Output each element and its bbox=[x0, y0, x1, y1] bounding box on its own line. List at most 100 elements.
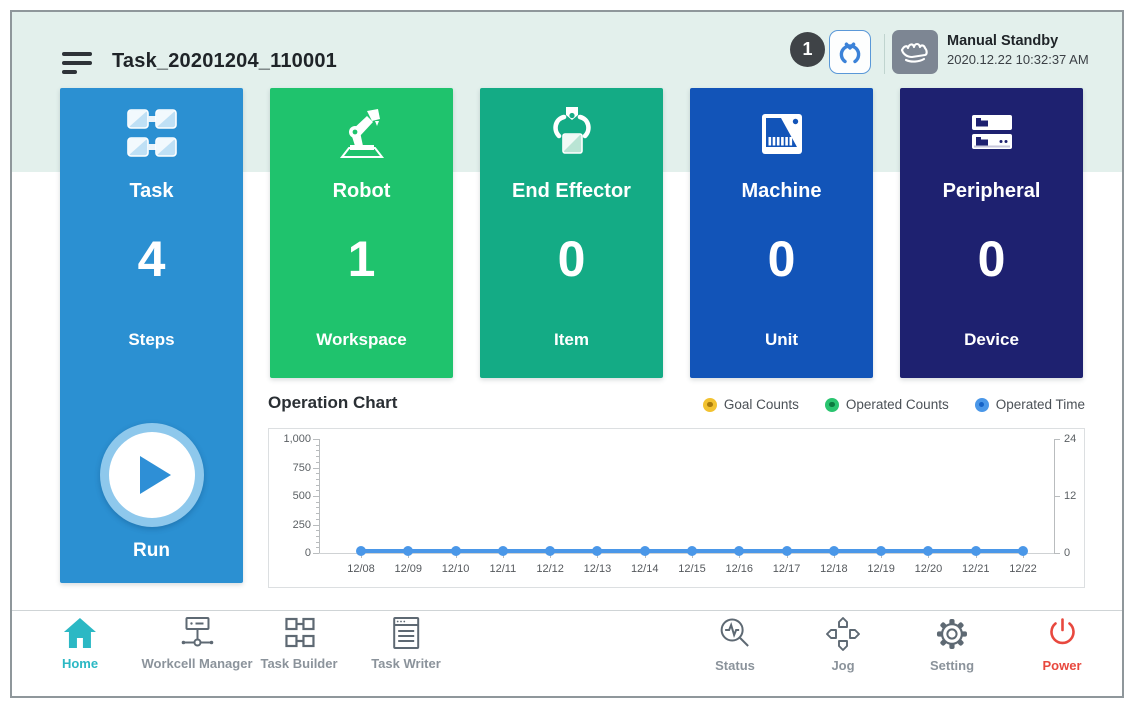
data-point bbox=[356, 546, 366, 556]
x-axis-label: 12/15 bbox=[670, 563, 714, 575]
data-point bbox=[403, 546, 413, 556]
card-unit: Steps bbox=[60, 330, 243, 350]
nav-task-builder[interactable]: Task Builder bbox=[260, 616, 337, 671]
nav-status[interactable]: Status bbox=[715, 616, 755, 673]
left-major-tick bbox=[313, 525, 319, 526]
card-value: 4 bbox=[60, 226, 243, 292]
play-icon bbox=[109, 432, 195, 518]
card-value: 1 bbox=[270, 226, 453, 292]
header-divider bbox=[884, 34, 885, 74]
workcell-manager-icon bbox=[176, 616, 218, 650]
left-minor-tick bbox=[316, 485, 319, 486]
left-minor-tick bbox=[316, 542, 319, 543]
run-button[interactable] bbox=[100, 423, 204, 527]
legend-goal-counts: Goal Counts bbox=[703, 397, 799, 412]
data-point bbox=[829, 546, 839, 556]
task-writer-icon bbox=[385, 616, 427, 650]
task-icon bbox=[60, 102, 243, 166]
x-axis-label: 12/17 bbox=[765, 563, 809, 575]
x-axis-label: 12/21 bbox=[954, 563, 998, 575]
tool-button[interactable] bbox=[829, 30, 871, 74]
chart-plot: 1,00075050025002412012/0812/0912/1012/11… bbox=[269, 429, 1084, 587]
data-point bbox=[971, 546, 981, 556]
left-major-tick bbox=[313, 439, 319, 440]
x-axis-label: 12/08 bbox=[339, 563, 383, 575]
app-window: Task_20201204_110001 1 Manual Standby 20… bbox=[10, 10, 1124, 698]
goal-counts-dot-icon bbox=[703, 398, 717, 412]
left-minor-tick bbox=[316, 445, 319, 446]
data-point bbox=[782, 546, 792, 556]
end-effector-icon bbox=[480, 102, 663, 166]
card-label: Task bbox=[60, 180, 243, 203]
left-axis-label: 0 bbox=[271, 547, 311, 559]
home-icon bbox=[62, 616, 98, 650]
card-label: End Effector bbox=[480, 180, 663, 203]
card-label: Machine bbox=[690, 180, 873, 203]
power-icon bbox=[1044, 616, 1080, 652]
x-axis-label: 12/10 bbox=[434, 563, 478, 575]
card-label: Robot bbox=[270, 180, 453, 203]
task-card[interactable]: Task 4 Steps Run bbox=[60, 88, 243, 583]
x-axis-label: 12/09 bbox=[386, 563, 430, 575]
menu-button[interactable] bbox=[62, 50, 94, 76]
mode-indicator[interactable] bbox=[892, 30, 938, 74]
nav-home[interactable]: Home bbox=[62, 616, 98, 671]
nav-task-writer[interactable]: Task Writer bbox=[371, 616, 441, 671]
left-minor-tick bbox=[316, 513, 319, 514]
card-unit: Unit bbox=[690, 330, 873, 350]
end-effector-card[interactable]: End Effector 0 Item bbox=[480, 88, 663, 378]
left-axis-label: 750 bbox=[271, 462, 311, 474]
machine-icon bbox=[690, 102, 873, 166]
left-minor-tick bbox=[316, 507, 319, 508]
machine-card[interactable]: Machine 0 Unit bbox=[690, 88, 873, 378]
legend-operated-time: Operated Time bbox=[975, 397, 1085, 412]
status-icon bbox=[717, 616, 753, 652]
peripheral-icon bbox=[900, 102, 1083, 166]
robot-status: Manual Standby 2020.12.22 10:32:37 AM bbox=[947, 33, 1089, 67]
peripheral-card[interactable]: Peripheral 0 Device bbox=[900, 88, 1083, 378]
right-major-tick bbox=[1054, 553, 1060, 554]
data-point bbox=[923, 546, 933, 556]
notification-badge[interactable]: 1 bbox=[790, 32, 825, 67]
x-axis-label: 12/14 bbox=[623, 563, 667, 575]
left-major-tick bbox=[313, 468, 319, 469]
chart-legend: Goal Counts Operated Counts Operated Tim… bbox=[268, 397, 1085, 412]
right-major-tick bbox=[1054, 439, 1060, 440]
legend-operated-counts: Operated Counts bbox=[825, 397, 949, 412]
left-minor-tick bbox=[316, 473, 319, 474]
x-axis-label: 12/16 bbox=[717, 563, 761, 575]
right-axis-label: 0 bbox=[1064, 547, 1070, 559]
nav-power[interactable]: Power bbox=[1042, 616, 1081, 673]
task-builder-icon bbox=[278, 616, 320, 650]
left-minor-tick bbox=[316, 519, 319, 520]
left-minor-tick bbox=[316, 450, 319, 451]
nav-workcell-manager[interactable]: Workcell Manager bbox=[141, 616, 252, 671]
left-axis-line bbox=[319, 439, 320, 553]
nav-divider bbox=[12, 610, 1122, 611]
left-axis-label: 1,000 bbox=[271, 433, 311, 445]
nav-setting[interactable]: Setting bbox=[930, 616, 974, 673]
data-point bbox=[876, 546, 886, 556]
card-label: Peripheral bbox=[900, 180, 1083, 203]
card-unit: Item bbox=[480, 330, 663, 350]
left-axis-label: 250 bbox=[271, 519, 311, 531]
data-point bbox=[640, 546, 650, 556]
left-minor-tick bbox=[316, 502, 319, 503]
run-label: Run bbox=[60, 540, 243, 562]
left-minor-tick bbox=[316, 547, 319, 548]
operated-counts-dot-icon bbox=[825, 398, 839, 412]
data-point bbox=[1018, 546, 1028, 556]
right-axis-label: 24 bbox=[1064, 433, 1076, 445]
x-axis-label: 12/11 bbox=[481, 563, 525, 575]
data-point bbox=[545, 546, 555, 556]
nav-jog[interactable]: Jog bbox=[824, 616, 862, 673]
operated-time-dot-icon bbox=[975, 398, 989, 412]
data-point bbox=[498, 546, 508, 556]
x-axis-label: 12/19 bbox=[859, 563, 903, 575]
robot-card[interactable]: Robot 1 Workspace bbox=[270, 88, 453, 378]
x-axis-label: 12/22 bbox=[1001, 563, 1045, 575]
left-major-tick bbox=[313, 496, 319, 497]
left-minor-tick bbox=[316, 456, 319, 457]
status-title: Manual Standby bbox=[947, 33, 1089, 49]
card-unit: Workspace bbox=[270, 330, 453, 350]
